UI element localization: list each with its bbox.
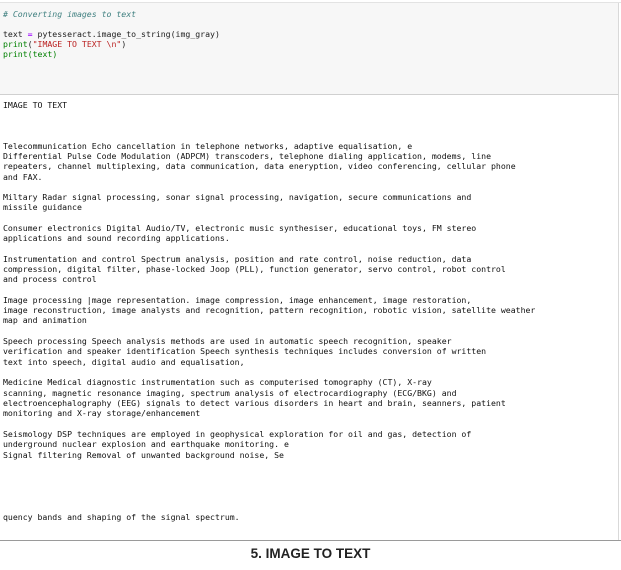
output-line: Instrumentation and control Spectrum ana… [3,254,472,264]
output-line: underground nuclear explosion and earthq… [3,439,289,449]
code-var: text [3,29,23,39]
output-line: Signal filtering Removal of unwanted bac… [3,450,284,460]
output-line: repeaters, channel multiplexing, data co… [3,161,516,171]
code-comment: # Converting images to text [3,9,137,19]
code-assign-operator: = [22,29,38,39]
caption-divider [0,540,621,541]
output-line: and FAX. [3,172,43,182]
output-line: quency bands and shaping of the signal s… [3,512,240,522]
code-print-func: print [3,49,28,59]
code-call: pytesseract.image_to_string(img_gray) [37,29,220,39]
code-paren-close: ) [52,49,58,59]
output-line: Speech processing Speech analysis method… [3,336,452,346]
output-line: missile guidance [3,202,82,212]
figure-caption: 5. IMAGE TO TEXT [250,546,371,561]
output-line: applications and sound recording applica… [3,233,230,243]
output-line: compression, digital filter, phase-locke… [3,264,506,274]
code-cell[interactable]: # Converting images to text text = pytes… [0,3,619,95]
output-line: Telecommunication Echo cancellation in t… [3,141,413,151]
code-text-arg: text [32,49,53,59]
output-line: Miltary Radar signal processing, sonar s… [3,192,472,202]
output-line: verification and speaker identification … [3,346,487,356]
code-string-arg: "IMAGE TO TEXT \n" [32,39,122,49]
output-line: image reconstruction, image analysts and… [3,305,536,315]
output-line: scanning, magnetic resonance imaging, sp… [3,388,457,398]
output-line: Seismology DSP techniques are employed i… [3,429,472,439]
output-area[interactable]: IMAGE TO TEXT Telecommunication Echo can… [0,95,619,540]
output-line: monitoring and X-ray storage/enhancement [3,408,201,418]
code-line-print-text: print(text) [3,49,57,59]
output-line: Consumer electronics Digital Audio/TV, e… [3,223,477,233]
output-line: Differential Pulse Code Modulation (ADPC… [3,151,491,161]
output-line: Image processing |mage representation. i… [3,295,472,305]
code-line-assign: text = pytesseract.image_to_string(img_g… [3,29,220,39]
output-line: text into speech, digital audio and equa… [3,357,245,367]
output-line: Medicine Medical diagnostic instrumentat… [3,377,432,387]
code-paren-close: ) [121,39,127,49]
output-line: and process control [3,274,97,284]
code-line-print-heading: print("IMAGE TO TEXT \n") [3,39,126,49]
output-line: map and animation [3,315,87,325]
code-print-func: print [3,39,28,49]
output-line: electroencephalography (EEG) signals to … [3,398,506,408]
output-heading: IMAGE TO TEXT [3,100,68,110]
